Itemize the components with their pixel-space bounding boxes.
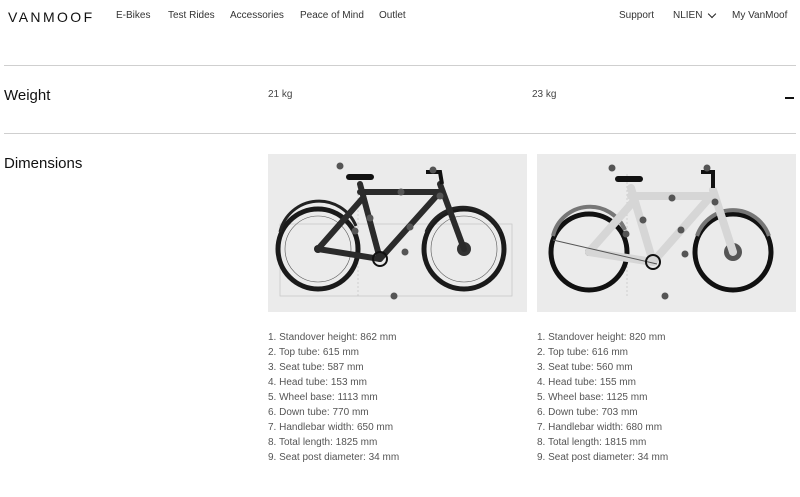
chevron-down-icon bbox=[708, 9, 717, 19]
bike2-dimension-list: 1. Standover height: 820 mm 2. Top tube:… bbox=[537, 330, 668, 465]
collapse-weight-button[interactable] bbox=[785, 97, 794, 99]
list-item: 7. Handlebar width: 650 mm bbox=[268, 422, 394, 433]
bike1-dimensions-image bbox=[268, 154, 527, 312]
nav-support[interactable]: Support bbox=[619, 10, 654, 21]
list-item: 8. Total length: 1825 mm bbox=[268, 437, 378, 448]
bike1-dimension-list: 1. Standover height: 862 mm 2. Top tube:… bbox=[268, 330, 399, 465]
language-selector[interactable]: NLIEN bbox=[673, 9, 717, 21]
bike2-dimensions-image bbox=[537, 154, 796, 312]
bike1-diagram bbox=[275, 162, 513, 300]
list-item: 2. Top tube: 615 mm bbox=[268, 347, 359, 358]
vanmoof-logo[interactable]: VANMOOF bbox=[8, 9, 95, 25]
nav-outlet[interactable]: Outlet bbox=[379, 10, 406, 21]
list-item: 7. Handlebar width: 680 mm bbox=[537, 422, 663, 433]
bike2-diagram bbox=[548, 164, 774, 300]
top-navigation: VANMOOF E-Bikes Test Rides Accessories P… bbox=[0, 0, 800, 34]
weight-title: Weight bbox=[4, 87, 51, 104]
list-item: 8. Total length: 1815 mm bbox=[537, 437, 647, 448]
list-item: 9. Seat post diameter: 34 mm bbox=[268, 452, 400, 463]
nav-test-rides[interactable]: Test Rides bbox=[168, 10, 215, 21]
list-item: 6. Down tube: 703 mm bbox=[537, 407, 638, 418]
list-item: 3. Seat tube: 560 mm bbox=[537, 362, 633, 373]
list-item: 1. Standover height: 862 mm bbox=[268, 332, 397, 343]
nav-e-bikes[interactable]: E-Bikes bbox=[116, 10, 150, 21]
nav-peace-of-mind[interactable]: Peace of Mind bbox=[300, 10, 364, 21]
list-item: 6. Down tube: 770 mm bbox=[268, 407, 369, 418]
nav-my-vanmoof[interactable]: My VanMoof bbox=[732, 10, 787, 21]
divider bbox=[4, 133, 796, 134]
weight-value-bike2: 23 kg bbox=[532, 89, 557, 100]
dimensions-title: Dimensions bbox=[4, 155, 83, 172]
list-item: 2. Top tube: 616 mm bbox=[537, 347, 628, 358]
list-item: 5. Wheel base: 1125 mm bbox=[537, 392, 648, 403]
list-item: 4. Head tube: 153 mm bbox=[268, 377, 367, 388]
list-item: 9. Seat post diameter: 34 mm bbox=[537, 452, 669, 463]
divider bbox=[4, 65, 796, 66]
weight-value-bike1: 21 kg bbox=[268, 89, 293, 100]
language-label: NLIEN bbox=[673, 10, 703, 21]
nav-accessories[interactable]: Accessories bbox=[230, 10, 284, 21]
list-item: 3. Seat tube: 587 mm bbox=[268, 362, 364, 373]
list-item: 5. Wheel base: 1113 mm bbox=[268, 392, 378, 403]
list-item: 1. Standover height: 820 mm bbox=[537, 332, 666, 343]
list-item: 4. Head tube: 155 mm bbox=[537, 377, 636, 388]
